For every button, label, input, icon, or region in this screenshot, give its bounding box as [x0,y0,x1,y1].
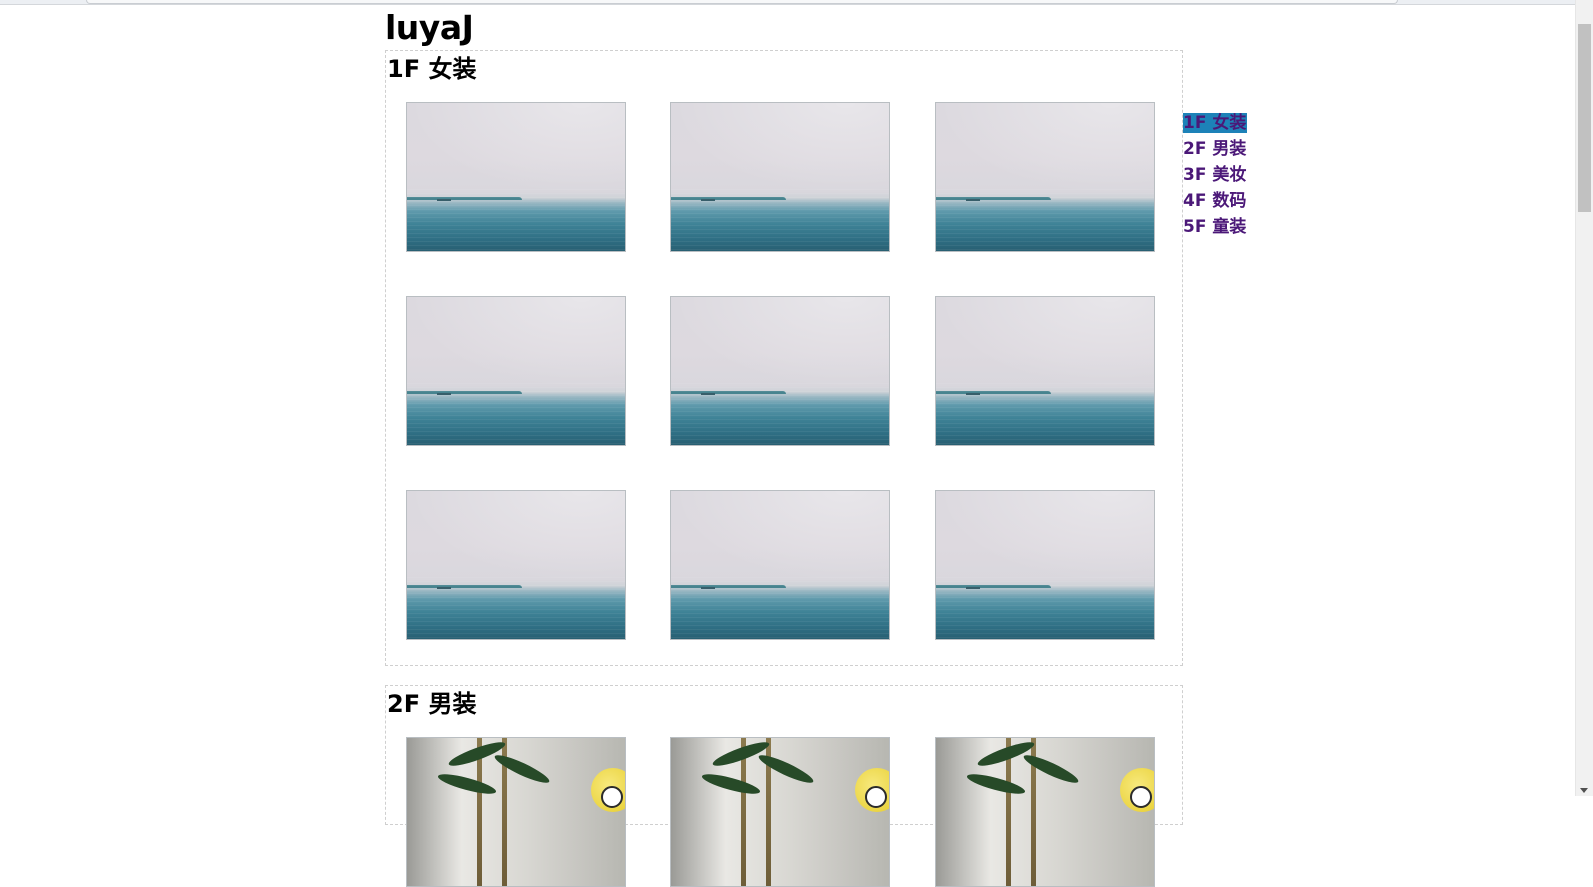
product-image[interactable] [670,102,890,252]
vertical-scrollbar[interactable] [1575,0,1593,796]
browser-top-bar [0,0,1593,5]
address-bar[interactable] [86,0,1398,4]
product-image[interactable] [670,296,890,446]
side-nav-label: 1F 女装 [1183,113,1248,133]
scroll-down-arrow-icon[interactable] [1580,788,1588,793]
side-nav-label: 5F 童装 [1183,217,1247,237]
side-nav-item-4f[interactable]: 4F 数码 [1183,190,1253,216]
floor-side-nav: 1F 女装 2F 男装 3F 美妆 4F 数码 5F 童装 [1183,112,1253,242]
side-nav-item-2f[interactable]: 2F 男装 [1183,138,1253,164]
floor-2-title: 2F 男装 [387,690,477,718]
scrollbar-thumb[interactable] [1578,24,1591,212]
product-image[interactable] [935,737,1155,887]
floor-1-section: 1F 女装 [385,50,1183,666]
floor-1-title: 1F 女装 [387,55,477,83]
product-image[interactable] [935,490,1155,640]
side-nav-label: 4F 数码 [1183,191,1247,211]
product-image[interactable] [406,296,626,446]
product-image[interactable] [935,102,1155,252]
site-title: luyaJ [385,8,474,47]
side-nav-item-5f[interactable]: 5F 童装 [1183,216,1253,242]
product-image[interactable] [670,490,890,640]
product-image[interactable] [670,737,890,887]
product-image[interactable] [935,296,1155,446]
product-image[interactable] [406,102,626,252]
side-nav-label: 2F 男装 [1183,139,1247,159]
side-nav-item-1f[interactable]: 1F 女装 [1183,112,1253,138]
product-image[interactable] [406,737,626,887]
side-nav-item-3f[interactable]: 3F 美妆 [1183,164,1253,190]
product-image[interactable] [406,490,626,640]
side-nav-label: 3F 美妆 [1183,165,1247,185]
floor-2-section: 2F 男装 [385,685,1183,887]
